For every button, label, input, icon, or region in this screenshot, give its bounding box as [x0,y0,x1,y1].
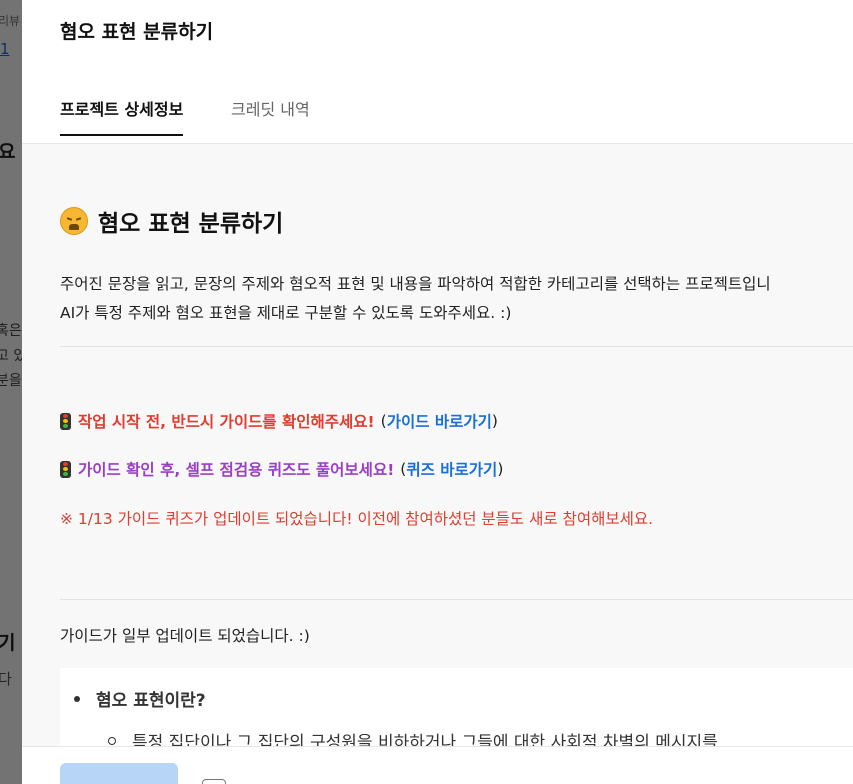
update-notice: ※ 1/13 가이드 퀴즈가 업데이트 되었습니다! 이전에 참여하셨던 분들도… [60,510,654,528]
guide-link[interactable]: 가이드 바로가기 [387,410,492,432]
list-item: 특정 집단이나 그 집단의 구성원을 비하하거나 그들에 대한 사회적 차별의 … [108,728,718,746]
agree-checkbox[interactable] [202,779,226,784]
project-title: 혐오 표현 분류하기 [60,204,283,238]
panel-content[interactable]: 혐오 표현 분류하기 주어진 문장을 읽고, 문장의 주제와 혐오적 표현 및 … [22,144,853,746]
bullet-title: 혐오 표현이란? [96,691,206,711]
tab-credit-history[interactable]: 크레딧 내역 [231,96,310,134]
divider [60,599,853,600]
panel-header: 혐오 표현 분류하기 프로젝트 상세정보 크레딧 내역 [22,0,853,144]
project-description-line: AI가 특정 주제와 혐오 표현을 제대로 구분할 수 있도록 도와주세요. :… [60,304,512,322]
traffic-light-icon [60,460,71,478]
quiz-notice-text: 가이드 확인 후, 셀프 점검용 퀴즈도 풀어보세요! [78,461,395,479]
divider [60,346,853,347]
list-item: 혐오 표현이란? [74,686,206,711]
guide-updated-text: 가이드가 일부 업데이트 되었습니다. :) [60,627,310,645]
close-paren: ) [491,412,498,430]
guide-notice-text: 작업 시작 전, 반드시 가이드를 확인해주세요! [78,413,375,431]
project-detail-panel: 혐오 표현 분류하기 프로젝트 상세정보 크레딧 내역 혐오 표현 분류하기 주… [22,0,853,784]
bullet-dot [74,695,80,702]
guide-content-box: 혐오 표현이란? 특정 집단이나 그 집단의 구성원을 비하하거나 그들에 대한… [60,668,853,746]
guide-notice: 작업 시작 전, 반드시 가이드를 확인해주세요! ( 가이드 바로가기 ) [60,410,498,432]
traffic-light-icon [60,412,71,430]
weary-face-icon [60,207,88,235]
project-title-text: 혐오 표현 분류하기 [98,211,284,237]
quiz-link[interactable]: 퀴즈 바로가기 [406,458,497,480]
project-description-line: 주어진 문장을 읽고, 문장의 주제와 혐오적 표현 및 내용을 파악하여 적합… [60,275,771,293]
start-button[interactable] [60,763,178,784]
panel-footer [22,746,853,784]
tab-project-details[interactable]: 프로젝트 상세정보 [60,96,184,136]
bullet-ring [108,736,116,745]
close-paren: ) [497,460,504,478]
sub-bullet-text: 특정 집단이나 그 집단의 구성원을 비하하거나 그들에 대한 사회적 차별의 … [132,733,718,746]
quiz-notice: 가이드 확인 후, 셀프 점검용 퀴즈도 풀어보세요! ( 퀴즈 바로가기 ) [60,458,503,480]
panel-title: 혐오 표현 분류하기 [60,21,214,43]
